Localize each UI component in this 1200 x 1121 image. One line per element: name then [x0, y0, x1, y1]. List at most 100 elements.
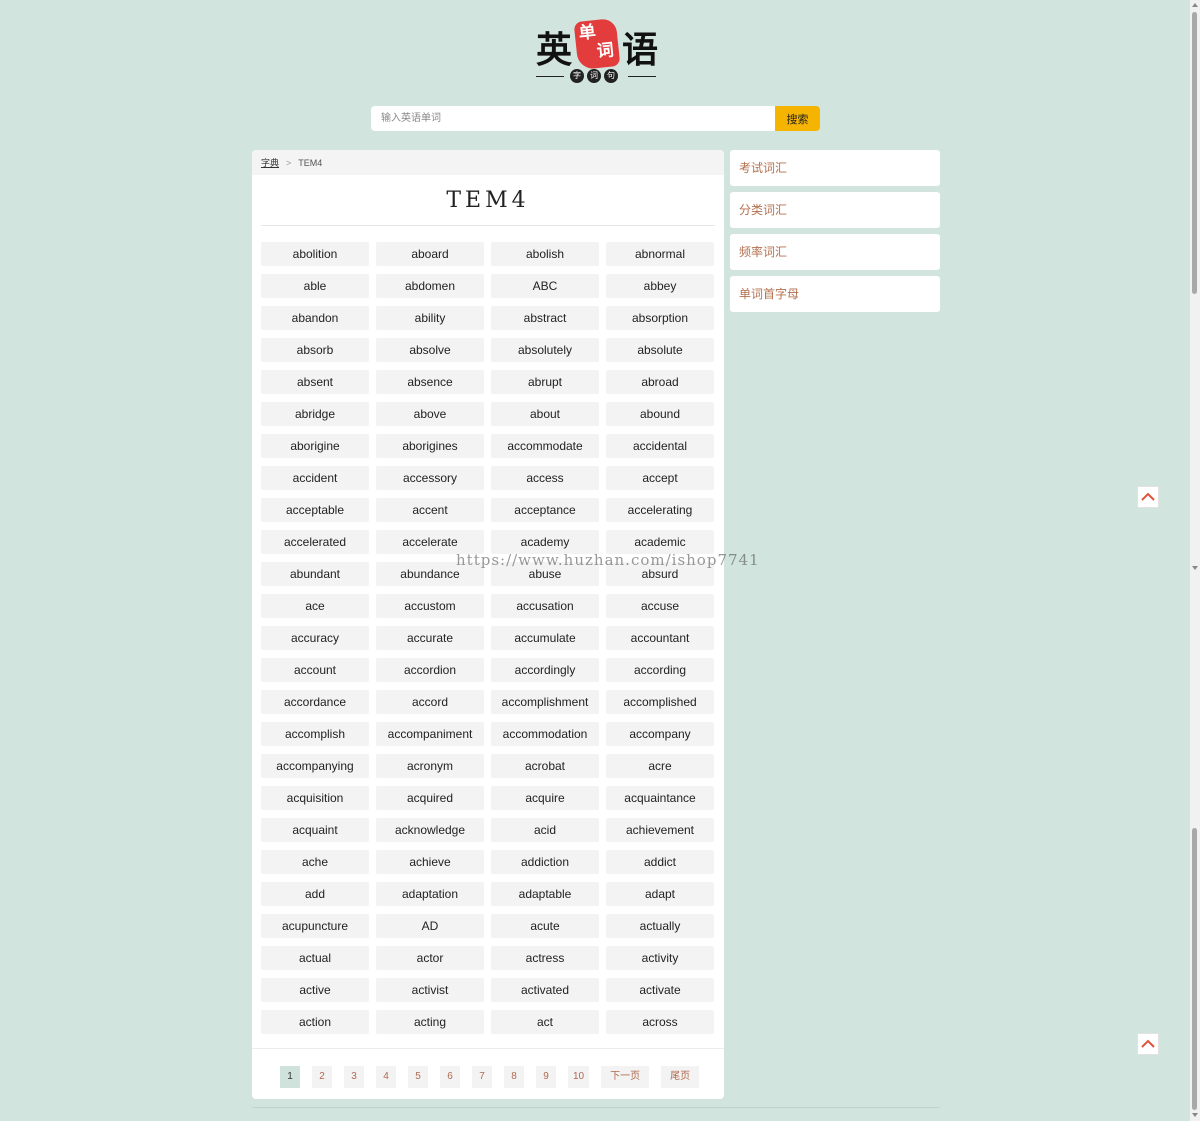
word-item[interactable]: absent: [261, 370, 369, 394]
sidebar-item-exam-vocabulary[interactable]: 考试词汇: [730, 150, 940, 186]
page-link-5[interactable]: 5: [408, 1066, 428, 1088]
word-item[interactable]: accidental: [606, 434, 714, 458]
word-item[interactable]: absence: [376, 370, 484, 394]
search-button[interactable]: 搜索: [775, 106, 820, 131]
word-item[interactable]: activate: [606, 978, 714, 1002]
word-item[interactable]: abrupt: [491, 370, 599, 394]
word-item[interactable]: add: [261, 882, 369, 906]
word-item[interactable]: accurate: [376, 626, 484, 650]
page-scrollbar[interactable]: [1190, 0, 1200, 1121]
word-item[interactable]: accordance: [261, 690, 369, 714]
word-item[interactable]: acknowledge: [376, 818, 484, 842]
word-item[interactable]: abdomen: [376, 274, 484, 298]
word-item[interactable]: absorption: [606, 306, 714, 330]
page-link-6[interactable]: 6: [440, 1066, 460, 1088]
word-item[interactable]: abstract: [491, 306, 599, 330]
search-input[interactable]: [371, 106, 775, 131]
word-item[interactable]: accelerating: [606, 498, 714, 522]
page-link-4[interactable]: 4: [376, 1066, 396, 1088]
word-item[interactable]: abridge: [261, 402, 369, 426]
word-item[interactable]: acquisition: [261, 786, 369, 810]
page-link-9[interactable]: 9: [536, 1066, 556, 1088]
word-item[interactable]: abolish: [491, 242, 599, 266]
word-item[interactable]: addict: [606, 850, 714, 874]
word-item[interactable]: adaptation: [376, 882, 484, 906]
word-item[interactable]: abroad: [606, 370, 714, 394]
word-item[interactable]: accustom: [376, 594, 484, 618]
word-item[interactable]: acquaintance: [606, 786, 714, 810]
word-item[interactable]: accomplishment: [491, 690, 599, 714]
word-item[interactable]: action: [261, 1010, 369, 1034]
word-item[interactable]: acquire: [491, 786, 599, 810]
word-item[interactable]: accompanying: [261, 754, 369, 778]
site-logo[interactable]: 英 单 词 语 字 词 句: [530, 16, 664, 88]
word-item[interactable]: ability: [376, 306, 484, 330]
word-item[interactable]: accuracy: [261, 626, 369, 650]
word-item[interactable]: activist: [376, 978, 484, 1002]
word-item[interactable]: abandon: [261, 306, 369, 330]
page-link-3[interactable]: 3: [344, 1066, 364, 1088]
word-item[interactable]: acceptable: [261, 498, 369, 522]
word-item[interactable]: adaptable: [491, 882, 599, 906]
word-item[interactable]: activated: [491, 978, 599, 1002]
page-link-8[interactable]: 8: [504, 1066, 524, 1088]
word-item[interactable]: accountant: [606, 626, 714, 650]
word-item[interactable]: acquired: [376, 786, 484, 810]
word-item[interactable]: absolve: [376, 338, 484, 362]
scroll-thumb-secondary[interactable]: [1192, 828, 1197, 1110]
word-item[interactable]: act: [491, 1010, 599, 1034]
word-item[interactable]: accessory: [376, 466, 484, 490]
sidebar-item-initial-letter[interactable]: 单词首字母: [730, 276, 940, 312]
word-item[interactable]: access: [491, 466, 599, 490]
scroll-thumb[interactable]: [1192, 12, 1197, 294]
word-item[interactable]: accuse: [606, 594, 714, 618]
word-item[interactable]: accordingly: [491, 658, 599, 682]
word-item[interactable]: accomplish: [261, 722, 369, 746]
word-item[interactable]: ace: [261, 594, 369, 618]
back-to-top-button-bottom[interactable]: [1137, 1033, 1159, 1055]
word-item[interactable]: acquaint: [261, 818, 369, 842]
word-item[interactable]: absolute: [606, 338, 714, 362]
word-item[interactable]: accomplished: [606, 690, 714, 714]
page-link-7[interactable]: 7: [472, 1066, 492, 1088]
word-item[interactable]: accompany: [606, 722, 714, 746]
page-link-10[interactable]: 10: [568, 1066, 590, 1088]
word-item[interactable]: abolition: [261, 242, 369, 266]
word-item[interactable]: accord: [376, 690, 484, 714]
word-item[interactable]: abbey: [606, 274, 714, 298]
word-item[interactable]: across: [606, 1010, 714, 1034]
back-to-top-button[interactable]: [1137, 486, 1159, 508]
scroll-down-arrow-bottom-icon[interactable]: [1192, 1113, 1198, 1117]
next-page-button[interactable]: 下一页: [601, 1066, 650, 1088]
word-item[interactable]: accelerated: [261, 530, 369, 554]
word-item[interactable]: aboard: [376, 242, 484, 266]
word-item[interactable]: actor: [376, 946, 484, 970]
word-item[interactable]: abnormal: [606, 242, 714, 266]
word-item[interactable]: acrobat: [491, 754, 599, 778]
word-item[interactable]: actually: [606, 914, 714, 938]
word-item[interactable]: acting: [376, 1010, 484, 1034]
sidebar-item-frequency-vocabulary[interactable]: 频率词汇: [730, 234, 940, 270]
word-item[interactable]: active: [261, 978, 369, 1002]
word-item[interactable]: accept: [606, 466, 714, 490]
word-item[interactable]: accompaniment: [376, 722, 484, 746]
last-page-button[interactable]: 尾页: [661, 1066, 700, 1088]
word-item[interactable]: acre: [606, 754, 714, 778]
word-item[interactable]: adapt: [606, 882, 714, 906]
scroll-up-arrow-icon[interactable]: [1192, 3, 1198, 7]
word-item[interactable]: absolutely: [491, 338, 599, 362]
word-item[interactable]: aborigines: [376, 434, 484, 458]
word-item[interactable]: activity: [606, 946, 714, 970]
word-item[interactable]: above: [376, 402, 484, 426]
word-item[interactable]: able: [261, 274, 369, 298]
breadcrumb-home-link[interactable]: 字典: [261, 156, 279, 169]
word-item[interactable]: accent: [376, 498, 484, 522]
word-item[interactable]: accordion: [376, 658, 484, 682]
word-item[interactable]: acceptance: [491, 498, 599, 522]
word-item[interactable]: actress: [491, 946, 599, 970]
word-item[interactable]: acid: [491, 818, 599, 842]
word-item[interactable]: ABC: [491, 274, 599, 298]
word-item[interactable]: accusation: [491, 594, 599, 618]
page-link-1[interactable]: 1: [280, 1066, 300, 1088]
word-item[interactable]: acronym: [376, 754, 484, 778]
